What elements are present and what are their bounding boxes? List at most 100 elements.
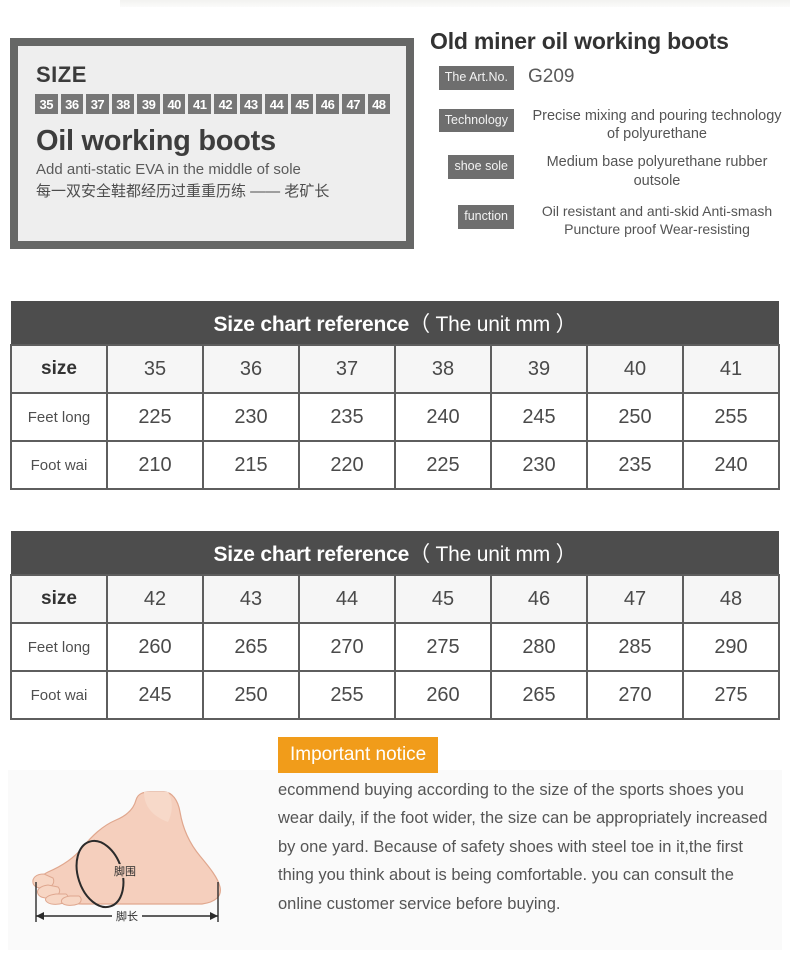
table-cell: 47 — [586, 574, 684, 624]
table-caption-unit: （ The unit mm ） — [409, 312, 577, 336]
table-cell: 44 — [298, 574, 396, 624]
size-heading: SIZE — [36, 62, 87, 87]
table-row: size 35 36 37 38 39 40 41 — [10, 344, 780, 394]
table-cell: 270 — [298, 622, 396, 672]
size-chip[interactable]: 37 — [86, 94, 109, 114]
size-chip[interactable]: 42 — [214, 94, 237, 114]
arrow-right-icon — [210, 912, 218, 920]
table-cell: 220 — [298, 440, 396, 490]
size-overview-box: SIZE 35 36 37 38 39 40 41 42 43 44 45 46… — [10, 38, 414, 249]
table-cell: 215 — [202, 440, 300, 490]
table-caption-row: Size chart reference（ The unit mm ） — [11, 531, 779, 575]
table-cell: 285 — [586, 622, 684, 672]
size-chip[interactable]: 48 — [367, 94, 391, 114]
spec-tag-label: function — [458, 205, 514, 229]
size-chip[interactable]: 41 — [188, 94, 212, 114]
row-header: Foot wai — [10, 670, 108, 720]
size-chip[interactable]: 46 — [316, 94, 339, 114]
toe-4 — [60, 895, 82, 906]
table-row: size 42 43 44 45 46 47 48 — [10, 574, 780, 624]
size-chip[interactable]: 45 — [290, 94, 314, 114]
table-cell: 230 — [202, 392, 300, 442]
table-cell: 225 — [106, 392, 204, 442]
table-caption: Size chart reference（ The unit mm ） — [11, 531, 779, 575]
size-chart-table-2: Size chart reference（ The unit mm ） size… — [10, 531, 780, 720]
foot-measurement-diagram: 脚围 脚长 — [32, 791, 221, 923]
size-chip[interactable]: 35 — [35, 94, 58, 114]
table-cell: 38 — [394, 344, 492, 394]
table-cell: 275 — [394, 622, 492, 672]
table-cell: 210 — [106, 440, 204, 490]
spec-panel: Old miner oil working boots The Art.No. … — [428, 28, 786, 245]
table-cell: 40 — [586, 344, 684, 394]
spec-tag-label: The Art.No. — [438, 66, 514, 90]
row-header: Feet long — [10, 622, 108, 672]
table-cell: 250 — [586, 392, 684, 442]
spec-value: G209 — [528, 66, 575, 88]
spec-tag-cell: function — [428, 203, 514, 229]
table-cell: 36 — [202, 344, 300, 394]
circumference-label: 脚围 — [114, 864, 136, 878]
row-header: Feet long — [10, 392, 108, 442]
page-title: Old miner oil working boots — [430, 28, 729, 54]
table-caption-main: Size chart reference — [213, 542, 410, 566]
table-row: Foot wai 245 250 255 260 265 270 275 — [10, 670, 780, 720]
spec-tag-cell: The Art.No. — [428, 64, 514, 90]
spec-value: Oil resistant and anti-skid Anti-smash P… — [541, 203, 773, 238]
notice-body-text: ecommend buying according to the size of… — [278, 781, 768, 913]
table-cell: 46 — [490, 574, 588, 624]
table-cell: 35 — [106, 344, 204, 394]
size-overview-inner: SIZE 35 36 37 38 39 40 41 42 43 44 45 46… — [18, 46, 406, 241]
spec-tag-cell: shoe sole — [428, 153, 514, 179]
table-cell: 225 — [394, 440, 492, 490]
table-cell: 255 — [298, 670, 396, 720]
table-caption: Size chart reference（ The unit mm ） — [11, 301, 779, 345]
size-chart-table-1-wrapper: Size chart reference（ The unit mm ） size… — [10, 301, 780, 490]
table-caption-main: Size chart reference — [213, 312, 410, 336]
size-chip[interactable]: 44 — [265, 94, 288, 114]
product-feature-en: Add anti-static EVA in the middle of sol… — [36, 161, 301, 179]
table-cell: 48 — [682, 574, 780, 624]
table-cell: 43 — [202, 574, 300, 624]
size-chip-list: 35 36 37 38 39 40 41 42 43 44 45 46 47 4… — [35, 94, 391, 114]
size-chip[interactable]: 43 — [239, 94, 263, 114]
row-header: Foot wai — [10, 440, 108, 490]
size-chip[interactable]: 36 — [60, 94, 84, 114]
table-cell: 260 — [106, 622, 204, 672]
table-row: Feet long 260 265 270 275 280 285 290 — [10, 622, 780, 672]
spec-row-technology: Technology Precise mixing and pouring te… — [428, 107, 786, 144]
row-header: size — [10, 344, 108, 394]
table-cell: 245 — [490, 392, 588, 442]
spec-value: Precise mixing and pouring technology of… — [532, 107, 782, 143]
size-chip[interactable]: 47 — [341, 94, 365, 114]
row-header: size — [10, 574, 108, 624]
table-cell: 255 — [682, 392, 780, 442]
product-name-heading: Oil working boots — [36, 125, 276, 157]
arrow-left-icon — [36, 912, 44, 920]
length-label: 脚长 — [116, 909, 138, 923]
table-cell: 240 — [682, 440, 780, 490]
table-cell: 37 — [298, 344, 396, 394]
table-row: Foot wai 210 215 220 225 230 235 240 — [10, 440, 780, 490]
spec-value: Medium base polyurethane rubber outsole — [546, 154, 768, 189]
size-chip[interactable]: 38 — [111, 94, 135, 114]
size-chart-table-2-wrapper: Size chart reference（ The unit mm ） size… — [10, 531, 780, 720]
table-cell: 42 — [106, 574, 204, 624]
spec-tag-label: shoe sole — [448, 155, 514, 179]
table-cell: 235 — [298, 392, 396, 442]
size-chip[interactable]: 39 — [137, 94, 160, 114]
table-cell: 240 — [394, 392, 492, 442]
size-chip[interactable]: 40 — [162, 94, 186, 114]
hero-section: SIZE 35 36 37 38 39 40 41 42 43 44 45 46… — [0, 0, 790, 285]
size-chart-table-1: Size chart reference（ The unit mm ） size… — [10, 301, 780, 490]
table-cell: 41 — [682, 344, 780, 394]
table-caption-unit: （ The unit mm ） — [409, 542, 577, 566]
table-cell: 265 — [490, 670, 588, 720]
table-cell: 45 — [394, 574, 492, 624]
table-cell: 39 — [490, 344, 588, 394]
spec-tag-label: Technology — [438, 108, 514, 133]
table-cell: 265 — [202, 622, 300, 672]
table-cell: 290 — [682, 622, 780, 672]
table-cell: 280 — [490, 622, 588, 672]
spec-row-function: function Oil resistant and anti-skid Ant… — [428, 203, 786, 239]
